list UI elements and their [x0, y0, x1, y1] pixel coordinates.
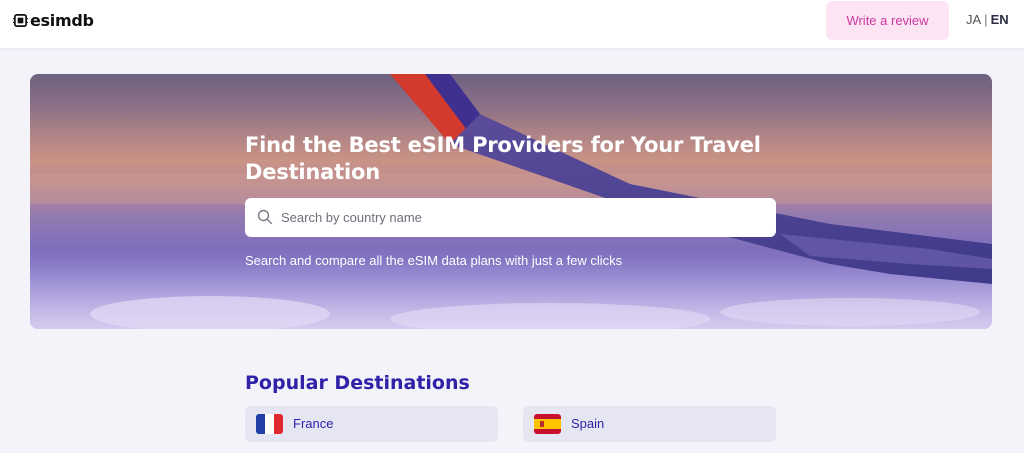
top-header: esimdb Write a review JA | EN — [0, 0, 1024, 48]
hero-title: Find the Best eSIM Providers for Your Tr… — [245, 133, 761, 184]
search-icon — [257, 209, 273, 225]
destination-name: Spain — [571, 416, 605, 431]
hero-subtitle: Search and compare all the eSIM data pla… — [245, 253, 623, 268]
france-flag-icon — [256, 414, 283, 434]
popular-destinations-title: Popular Destinations — [245, 372, 470, 394]
destination-name: France — [293, 416, 334, 431]
lang-separator: | — [984, 12, 988, 27]
lang-en-link[interactable]: EN — [991, 12, 1009, 27]
logo-link[interactable]: esimdb — [13, 11, 94, 30]
destination-card-spain[interactable]: Spain — [523, 406, 776, 442]
write-review-button[interactable]: Write a review — [826, 1, 949, 40]
search-box — [245, 198, 776, 237]
lang-ja-link[interactable]: JA — [966, 12, 981, 27]
logo-text: esimdb — [30, 11, 94, 30]
destination-card-france[interactable]: France — [245, 406, 498, 442]
sim-chip-icon — [13, 14, 28, 27]
country-search-input[interactable] — [281, 198, 761, 237]
hero-banner: Find the Best eSIM Providers for Your Tr… — [30, 74, 992, 329]
spain-flag-icon — [534, 414, 561, 434]
language-switcher: JA | EN — [966, 12, 1009, 27]
